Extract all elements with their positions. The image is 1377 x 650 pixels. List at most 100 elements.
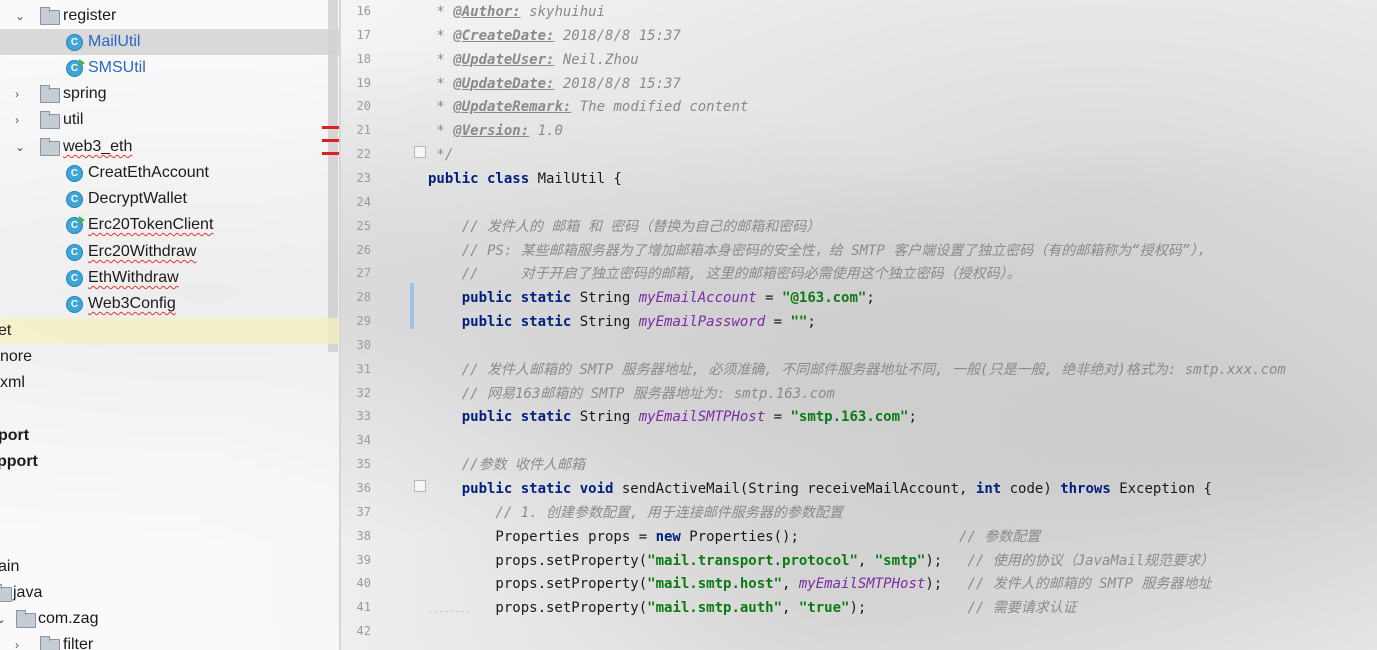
code-line[interactable]: * @UpdateDate: 2018/8/8 15:37 xyxy=(428,72,680,96)
line-number: 18 xyxy=(356,51,371,66)
code-line[interactable]: public static String myEmailPassword = "… xyxy=(428,310,816,334)
code-line[interactable]: props.setProperty("mail.transport.protoc… xyxy=(428,549,1214,573)
code-text: , xyxy=(782,576,799,593)
tree-item-creatdraccount[interactable]: C CreatEthAccount xyxy=(0,160,340,186)
vcs-change-marker[interactable] xyxy=(410,283,414,329)
code-line[interactable]: public static void sendActiveMail(String… xyxy=(428,477,1212,501)
code-text: String xyxy=(579,409,639,426)
chevron-right-icon[interactable]: › xyxy=(15,639,27,650)
javadoc-tag: @UpdateDate: xyxy=(453,75,555,92)
error-stripe-marker[interactable] xyxy=(322,126,340,129)
tree-folder-register[interactable]: ⌄ register xyxy=(0,3,340,29)
tree-folder-filter[interactable]: › filter xyxy=(0,632,340,650)
line-number: 31 xyxy=(356,361,371,376)
tree-item-erc20withdraw[interactable]: C Erc20Withdraw xyxy=(0,239,340,265)
keyword-token: throws xyxy=(1060,481,1120,497)
code-line[interactable]: props.setProperty("mail.smtp.host", myEm… xyxy=(428,572,1211,596)
keyword-token: public static xyxy=(428,409,580,426)
tree-item-decryptwallet[interactable]: C DecryptWallet xyxy=(0,186,340,212)
keyword-token: public class xyxy=(428,170,538,187)
comment-text: * xyxy=(428,51,454,68)
tree-item-web3config[interactable]: C Web3Config xyxy=(0,291,340,317)
code-line[interactable]: // 网易163邮箱的 SMTP 服务器地址为: smtp.163.com xyxy=(428,382,835,406)
chevron-right-icon[interactable]: › xyxy=(15,88,27,100)
string-literal: "smtp" xyxy=(874,552,926,569)
code-line[interactable]: // 对于开启了独立密码的邮箱, 这里的邮箱密码必需使用这个独立密码（授权码）。 xyxy=(428,262,1021,286)
tree-item-label: pport xyxy=(0,453,38,470)
tree-item-truncated[interactable]: et xyxy=(0,318,340,344)
field-reference: myEmailSMTPHost xyxy=(798,576,926,593)
code-line[interactable]: * @UpdateUser: Neil.Zhou xyxy=(428,48,638,72)
tree-folder-spring[interactable]: › spring xyxy=(0,81,340,107)
code-text: ; xyxy=(908,409,917,426)
comment-text: // 网易163邮箱的 SMTP 服务器地址为: smtp.163.com xyxy=(428,385,835,402)
code-line[interactable]: // PS: 某些邮箱服务器为了增加邮箱本身密码的安全性，给 SMTP 客户端设… xyxy=(428,239,1211,263)
class-icon: C xyxy=(66,191,83,208)
chevron-down-icon[interactable]: ⌄ xyxy=(15,10,27,22)
line-number: 36 xyxy=(356,481,371,495)
code-line[interactable]: public static String myEmailAccount = "@… xyxy=(428,286,875,310)
tree-item-truncated[interactable]: pport xyxy=(0,449,340,475)
code-line[interactable]: */ xyxy=(428,143,453,167)
code-editor[interactable]: 16 17 18 19 20 21 22 23 24 25 26 27 28 29 30 31 32 33 34 35… xyxy=(341,0,1377,650)
tree-item-mailutil[interactable]: C MailUtil xyxy=(0,29,340,55)
line-number: 25 xyxy=(356,218,371,233)
code-line[interactable]: * @UpdateRemark: The modified content xyxy=(428,95,748,119)
line-number: 37 xyxy=(356,504,371,519)
error-stripe-marker[interactable] xyxy=(322,139,340,142)
line-number: 21 xyxy=(356,123,371,138)
line-number: 34 xyxy=(356,433,371,448)
folder-icon xyxy=(40,138,60,156)
tree-item-ethwithdraw[interactable]: C EthWithdraw xyxy=(0,265,340,291)
code-line[interactable]: * @CreateDate: 2018/8/8 15:37 xyxy=(428,24,680,48)
code-line[interactable]: props.setProperty("mail.smtp.auth", "tru… xyxy=(428,596,1076,620)
code-line[interactable]: // 发件人邮箱的 SMTP 服务器地址, 必须准确, 不同邮件服务器地址不同,… xyxy=(428,358,1286,382)
string-literal: "" xyxy=(790,314,808,331)
folder-icon xyxy=(40,111,60,129)
fold-marker-icon[interactable] xyxy=(414,480,426,492)
tree-folder-com-zag[interactable]: ⌄ com.zag xyxy=(0,606,340,632)
tree-folder-util[interactable]: › util xyxy=(0,107,340,133)
tree-item-label: register xyxy=(63,7,117,24)
code-line[interactable]: // 1. 创建参数配置, 用于连接邮件服务器的参数配置 xyxy=(428,501,842,525)
comment-text: * xyxy=(428,4,454,20)
tree-folder-java[interactable]: java xyxy=(0,580,340,606)
line-number: 38 xyxy=(356,528,371,543)
folder-icon xyxy=(16,610,36,628)
code-line[interactable]: public class MailUtil { xyxy=(428,167,622,191)
comment-text: * xyxy=(428,99,454,116)
chevron-down-icon[interactable]: ⌄ xyxy=(0,613,8,625)
code-line[interactable]: * @Author: skyhuihui xyxy=(428,0,605,24)
chevron-right-icon[interactable]: › xyxy=(15,114,27,126)
line-number: 30 xyxy=(356,337,371,352)
tree-item-truncated[interactable]: ain xyxy=(0,554,340,580)
tree-item-truncated[interactable]: xml xyxy=(0,370,340,396)
folder-icon xyxy=(40,85,60,103)
line-number: 40 xyxy=(356,576,371,591)
tree-item-smsutil[interactable]: C SMSUtil xyxy=(0,55,340,81)
tree-item-truncated[interactable]: port xyxy=(0,423,340,449)
fold-marker-icon[interactable] xyxy=(414,146,426,158)
code-line[interactable]: * @Version: 1.0 xyxy=(428,119,563,143)
project-tree[interactable]: ⌄ register C MailUtil C SMSUtil › spring… xyxy=(0,0,340,650)
comment-text: * xyxy=(428,123,454,140)
code-line[interactable]: // 发件人的 邮箱 和 密码（替换为自己的邮箱和密码） xyxy=(428,215,821,239)
tree-item-label: DecryptWallet xyxy=(88,190,187,207)
tree-item-label: SMSUtil xyxy=(88,59,146,76)
code-line[interactable]: Properties props = new Properties(); // … xyxy=(428,525,1040,549)
code-text: String xyxy=(579,314,639,331)
comment-text: // 参数配置 xyxy=(959,528,1041,545)
tree-item-label: util xyxy=(63,111,84,128)
tree-item-label: Web3Config xyxy=(88,295,176,312)
comment-text: 1.0 xyxy=(529,123,563,140)
code-line[interactable]: //参数 收件人邮箱 xyxy=(428,453,585,477)
code-line[interactable]: public static String myEmailSMTPHost = "… xyxy=(428,405,917,429)
tree-item-erc20tokenclient[interactable]: C Erc20TokenClient xyxy=(0,212,340,238)
tree-item-truncated[interactable]: nore xyxy=(0,344,340,370)
tree-folder-web3-eth[interactable]: ⌄ web3_eth xyxy=(0,134,340,160)
line-number: 19 xyxy=(356,75,371,90)
error-stripe-marker[interactable] xyxy=(322,152,340,155)
comment-text: // 发件人的邮箱的 SMTP 服务器地址 xyxy=(967,576,1212,593)
chevron-down-icon[interactable]: ⌄ xyxy=(15,141,27,153)
tree-item-label: com.zag xyxy=(38,610,99,627)
